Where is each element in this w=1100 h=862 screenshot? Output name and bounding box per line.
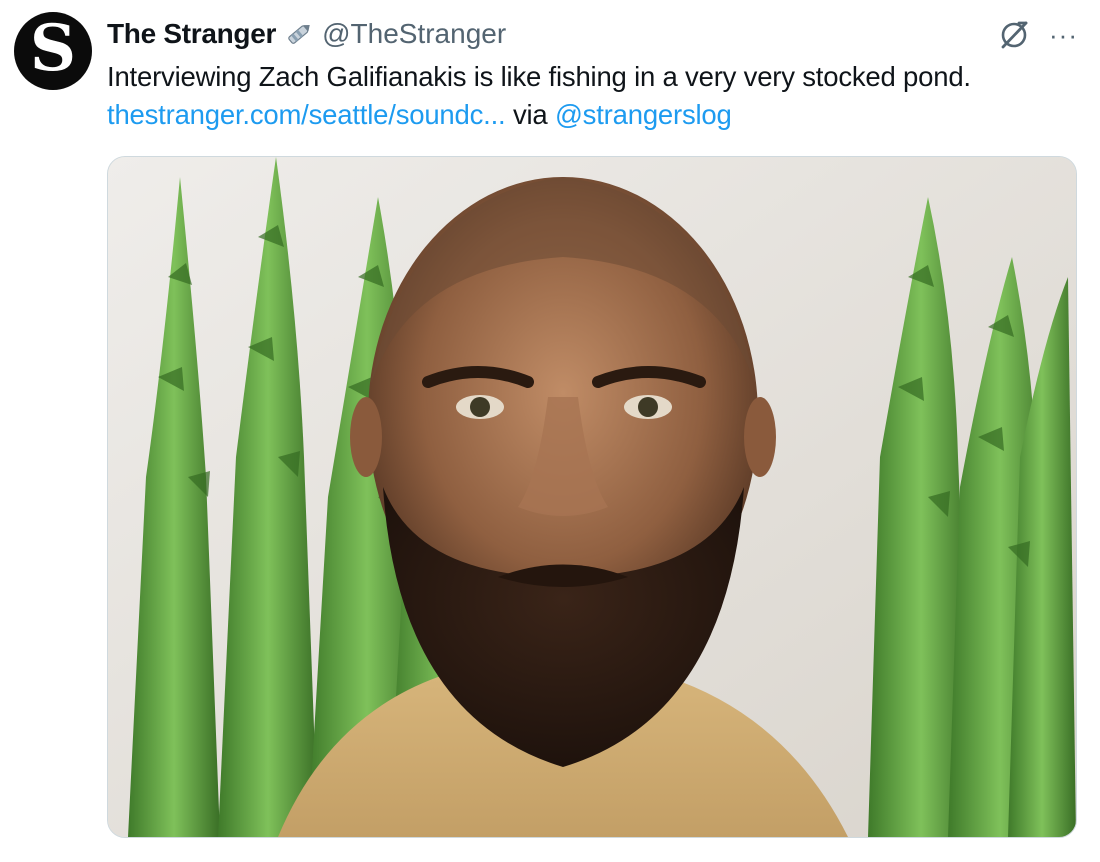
more-options-icon[interactable]: ··· bbox=[1049, 22, 1078, 48]
mention-link[interactable]: @strangerslog bbox=[555, 99, 732, 130]
via-label: via bbox=[512, 99, 548, 130]
tweet-text: Interviewing Zach Galifianakis is like f… bbox=[107, 58, 1067, 134]
author-display-name[interactable]: The Stranger bbox=[107, 18, 276, 50]
tweet-link[interactable]: thestranger.com/seattle/soundc... bbox=[107, 99, 506, 130]
pen-badge-icon bbox=[284, 19, 314, 49]
photo-bearded-man-asparagus bbox=[108, 157, 1076, 837]
avatar-logo-letter: S bbox=[29, 11, 77, 86]
grok-icon[interactable] bbox=[997, 18, 1031, 52]
author-avatar[interactable]: S bbox=[14, 12, 92, 90]
tweet-header: The Stranger @TheStranger bbox=[107, 16, 506, 52]
tweet-media-photo[interactable] bbox=[107, 156, 1077, 838]
tweet-body: Interviewing Zach Galifianakis is like f… bbox=[107, 61, 971, 92]
author-handle[interactable]: @TheStranger bbox=[322, 18, 506, 50]
tweet-card[interactable]: S The Stranger @TheStranger ··· Intervie… bbox=[0, 0, 1100, 862]
tweet-top-actions: ··· bbox=[997, 18, 1078, 52]
